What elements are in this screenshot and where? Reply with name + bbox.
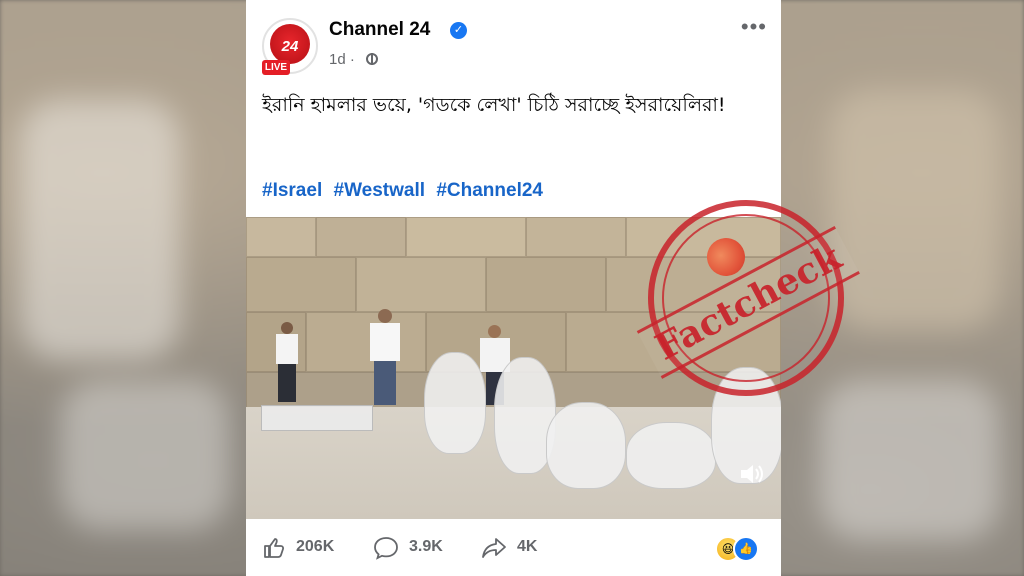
like-reaction-icon: 👍 bbox=[733, 536, 759, 562]
share-count[interactable]: 4K bbox=[517, 538, 537, 556]
post-header: 24 LIVE Channel 24 ✓ 1d · ••• bbox=[246, 0, 781, 82]
post-actions: 206K 3.9K 4K 😆 👍 bbox=[246, 522, 781, 576]
page-name-link[interactable]: Channel 24 bbox=[329, 19, 430, 41]
like-icon[interactable] bbox=[262, 536, 286, 560]
comment-icon[interactable] bbox=[373, 536, 399, 560]
garbage-bag bbox=[424, 352, 486, 454]
hashtag-link[interactable]: #Israel bbox=[262, 180, 322, 201]
reaction-summary[interactable]: 😆 👍 bbox=[715, 536, 765, 562]
live-badge: LIVE bbox=[262, 60, 290, 75]
sign-board bbox=[261, 405, 373, 431]
post-timestamp[interactable]: 1d · bbox=[329, 51, 355, 68]
hashtag-list: #Israel #Westwall #Channel24 bbox=[262, 180, 549, 202]
garbage-bag bbox=[546, 402, 626, 489]
more-options-icon[interactable]: ••• bbox=[741, 16, 767, 38]
garbage-bag bbox=[626, 422, 716, 489]
channel-logo: 24 bbox=[270, 24, 310, 64]
globe-icon bbox=[366, 53, 378, 65]
hashtag-link[interactable]: #Channel24 bbox=[436, 180, 543, 201]
verified-badge-icon: ✓ bbox=[450, 22, 467, 39]
post-caption: ইরানি হামলার ভয়ে, 'গডকে লেখা' চিঠি সরাচ… bbox=[262, 94, 726, 116]
like-count[interactable]: 206K bbox=[296, 538, 334, 556]
hashtag-link[interactable]: #Westwall bbox=[334, 180, 426, 201]
share-icon[interactable] bbox=[481, 536, 507, 560]
volume-icon[interactable] bbox=[739, 463, 765, 485]
person-figure bbox=[274, 322, 300, 402]
person-figure bbox=[368, 309, 402, 405]
comment-count[interactable]: 3.9K bbox=[409, 538, 443, 556]
